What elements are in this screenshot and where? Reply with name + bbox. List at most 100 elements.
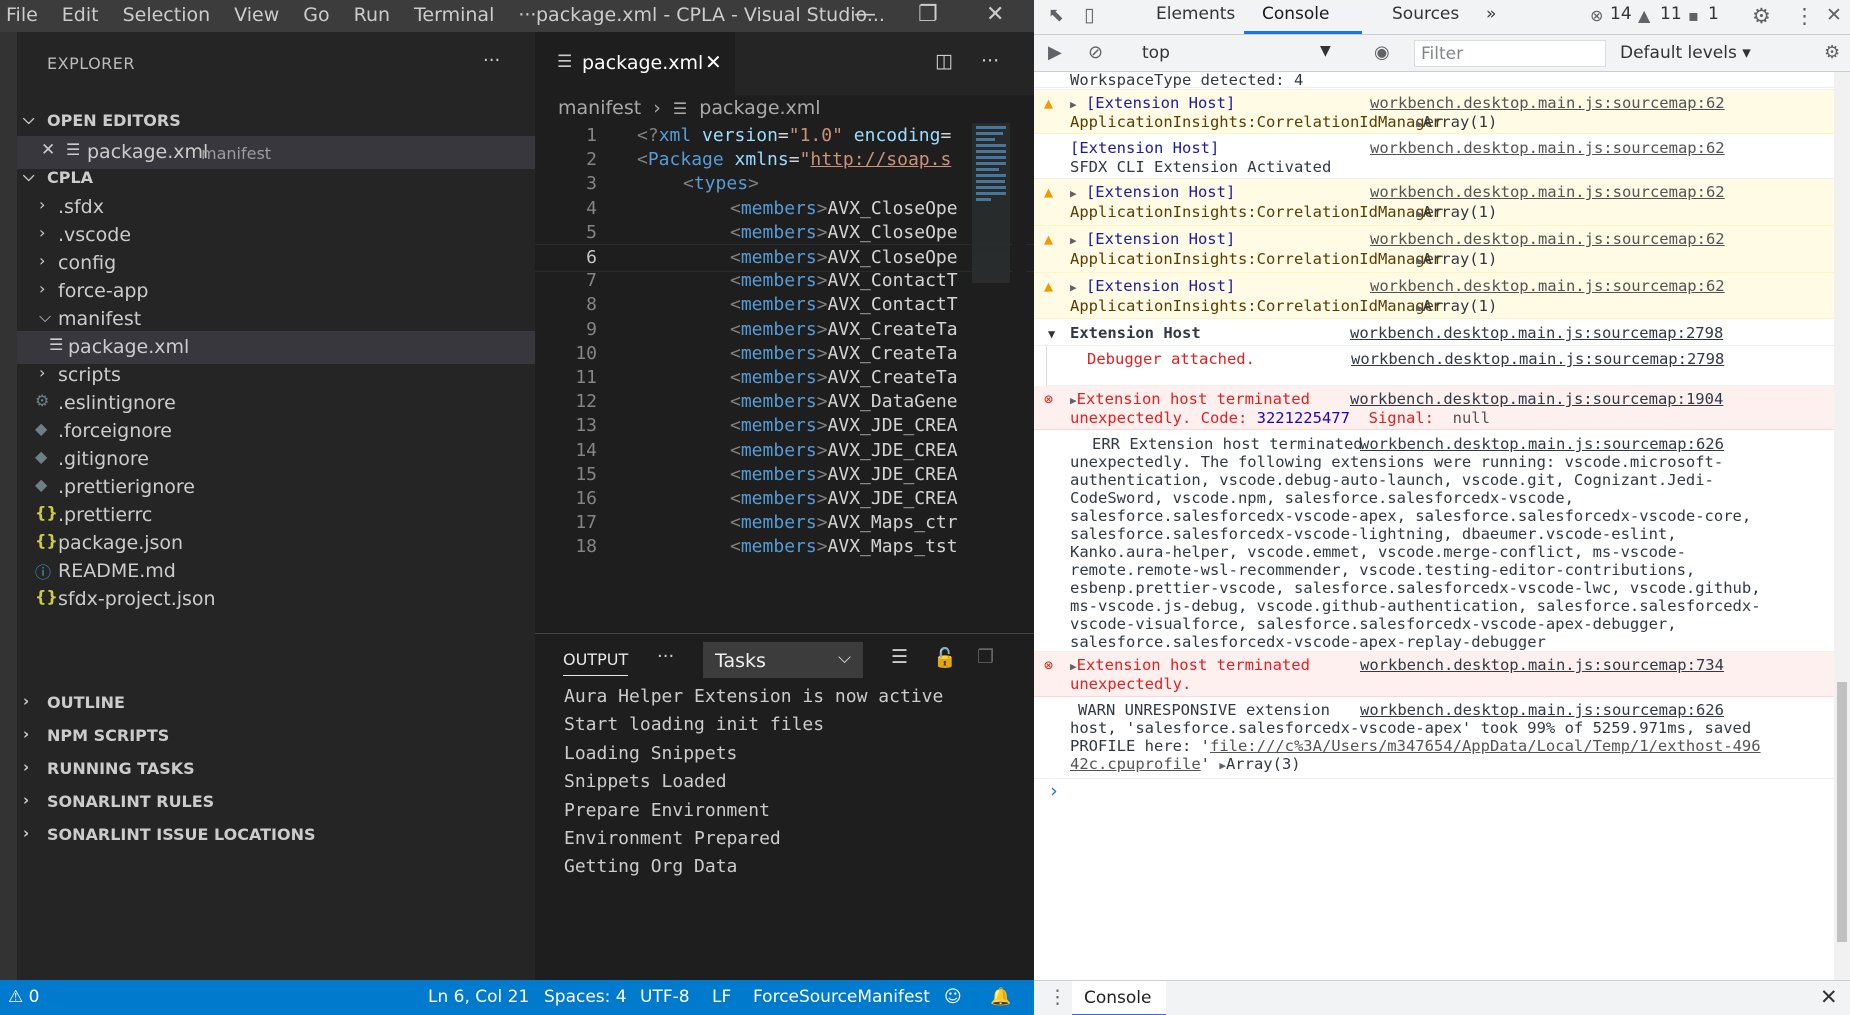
source-link[interactable]: workbench.desktop.main.js:sourcemap:626 xyxy=(1360,435,1724,453)
menu-go[interactable]: Go xyxy=(303,4,329,26)
menu-edit[interactable]: Edit xyxy=(62,4,99,26)
close-devtools-icon[interactable]: ✕ xyxy=(1826,4,1842,26)
end-of-line[interactable]: LF xyxy=(712,987,731,1007)
warning-count[interactable]: 11 xyxy=(1660,4,1682,24)
warning-icon[interactable]: ▲ xyxy=(1638,6,1650,25)
sonarlint-rules-section[interactable]: › SONARLINT RULES xyxy=(17,787,535,817)
encoding[interactable]: UTF-8 xyxy=(640,987,690,1007)
cursor-position[interactable]: Ln 6, Col 21 xyxy=(428,987,529,1007)
problems-indicator[interactable]: ⚠ 0 xyxy=(8,987,39,1007)
sidebar-toggle-icon[interactable]: ▶ xyxy=(1048,42,1062,63)
expand-toggle[interactable]: ▶Extension host terminated xyxy=(1070,656,1310,676)
kebab-menu-icon[interactable]: ⋮ xyxy=(1048,986,1067,1008)
clear-console-icon[interactable]: ⊘ xyxy=(1088,42,1103,63)
log-levels-dropdown[interactable]: Default levels ▾ xyxy=(1620,43,1751,63)
profile-link[interactable]: file:///c%3A/Users/m347654/AppData/Local… xyxy=(1210,737,1761,755)
code-line[interactable]: 18 <members>AVX_Maps_tst xyxy=(535,534,1034,562)
close-icon[interactable]: ✕ xyxy=(41,140,55,160)
menu-file[interactable]: File xyxy=(6,4,38,26)
expand-toggle[interactable]: ▶ [Extension Host] xyxy=(1070,277,1235,297)
source-link[interactable]: workbench.desktop.main.js:sourcemap:62 xyxy=(1370,230,1725,248)
array-toggle[interactable]: ▶Array(1) xyxy=(1416,250,1497,270)
array-toggle[interactable]: ▶Array(1) xyxy=(1416,113,1497,133)
info-count[interactable]: 1 xyxy=(1708,4,1719,24)
source-link[interactable]: workbench.desktop.main.js:sourcemap:734 xyxy=(1360,656,1724,674)
editor-scrollbar[interactable] xyxy=(1012,123,1026,633)
open-editors-section[interactable]: ⌵ OPEN EDITORS xyxy=(17,106,535,136)
tab-console[interactable]: Console xyxy=(1262,4,1330,24)
source-link[interactable]: workbench.desktop.main.js:sourcemap:626 xyxy=(1360,701,1724,719)
minimap[interactable] xyxy=(972,123,1010,283)
feedback-icon[interactable]: ☺ xyxy=(944,987,962,1007)
filter-input[interactable]: Filter xyxy=(1414,40,1606,67)
project-section[interactable]: ⌵ CPLA xyxy=(17,163,535,193)
drawer-tab-console[interactable]: Console xyxy=(1072,981,1166,1015)
expand-toggle[interactable]: ▶ [Extension Host] xyxy=(1070,230,1235,250)
bell-icon[interactable]: 🔔 xyxy=(990,987,1011,1007)
npm-scripts-section[interactable]: › NPM SCRIPTS xyxy=(17,721,535,751)
expand-toggle[interactable]: ▶Extension host terminated xyxy=(1070,390,1310,410)
array-toggle[interactable]: ▶Array(1) xyxy=(1416,203,1497,223)
source-link[interactable]: workbench.desktop.main.js:sourcemap:62 xyxy=(1370,94,1725,112)
array-label[interactable]: Array(3) xyxy=(1226,755,1301,773)
kebab-menu-icon[interactable]: ⋮ xyxy=(1794,4,1815,28)
source-link[interactable]: workbench.desktop.main.js:sourcemap:1904 xyxy=(1350,390,1723,408)
profile-link[interactable]: 42c.cpuprofile xyxy=(1070,755,1201,773)
menu-selection[interactable]: Selection xyxy=(123,4,211,26)
explorer-more-button[interactable]: ··· xyxy=(483,50,500,71)
close-icon[interactable]: ✕ xyxy=(705,50,722,74)
source-link[interactable]: workbench.desktop.main.js:sourcemap:62 xyxy=(1370,183,1725,201)
menu-view[interactable]: View xyxy=(234,4,279,26)
device-toolbar-icon[interactable]: ▯ xyxy=(1084,4,1094,26)
tab-sources[interactable]: Sources xyxy=(1392,4,1459,24)
outline-section[interactable]: › OUTLINE xyxy=(17,688,535,718)
source-link[interactable]: workbench.desktop.main.js:sourcemap:62 xyxy=(1370,277,1725,295)
sonarlint-issue-locations-section[interactable]: › SONARLINT ISSUE LOCATIONS xyxy=(17,820,535,850)
code-token: < xyxy=(730,221,741,243)
running-tasks-section[interactable]: › RUNNING TASKS xyxy=(17,754,535,784)
close-drawer-icon[interactable]: ✕ xyxy=(1820,985,1838,1009)
scroll-thumb[interactable] xyxy=(1837,682,1847,942)
source-link[interactable]: workbench.desktop.main.js:sourcemap:62 xyxy=(1370,139,1725,157)
source-link[interactable]: workbench.desktop.main.js:sourcemap:2798 xyxy=(1351,350,1724,368)
split-editor-icon[interactable]: ◫ xyxy=(935,50,953,72)
menu-run[interactable]: Run xyxy=(354,4,390,26)
lock-icon[interactable]: 🔓 xyxy=(933,646,957,669)
close-window-button[interactable]: ✕ xyxy=(986,2,1004,27)
breadcrumb-file[interactable]: package.xml xyxy=(699,97,820,119)
tab-package-xml[interactable]: ☰ package.xml ✕ xyxy=(535,32,735,95)
menu-more[interactable]: ··· xyxy=(518,4,536,26)
console-scrollbar[interactable] xyxy=(1834,72,1850,982)
error-icon[interactable]: ⊗ xyxy=(1590,6,1603,25)
restore-button[interactable]: ❐ xyxy=(918,2,938,27)
clear-output-icon[interactable]: ☰ xyxy=(891,646,908,668)
inspect-icon[interactable]: ⬉ xyxy=(1048,4,1064,26)
tree-file[interactable]: {} sfdx-project.json xyxy=(17,583,535,616)
tab-elements[interactable]: Elements xyxy=(1156,4,1235,24)
source-link[interactable]: workbench.desktop.main.js:sourcemap:2798 xyxy=(1350,324,1723,342)
gear-icon[interactable]: ⚙ xyxy=(1824,42,1840,63)
indentation[interactable]: Spaces: 4 xyxy=(544,987,627,1007)
array-toggle[interactable]: ▶Array(1) xyxy=(1416,297,1497,317)
panel-more-button[interactable]: ··· xyxy=(657,646,674,667)
menu-terminal[interactable]: Terminal xyxy=(414,4,494,26)
error-count[interactable]: 14 xyxy=(1610,4,1632,24)
output-channel-select[interactable]: Tasks ⌵ xyxy=(703,642,863,678)
tab-output[interactable]: OUTPUT xyxy=(563,650,629,676)
more-tabs-button[interactable]: » xyxy=(1486,4,1496,24)
expand-toggle[interactable]: ▶ [Extension Host] xyxy=(1070,183,1235,203)
context-selector[interactable]: top xyxy=(1142,43,1170,63)
console-group[interactable]: ▼ Extension Host workbench.desktop.main.… xyxy=(1034,319,1834,346)
minimize-button[interactable]: — xyxy=(854,2,876,27)
code-editor[interactable]: 1 <?xml version="1.0" encoding= 2 <Package … xyxy=(535,123,1034,633)
open-log-icon[interactable]: ❐ xyxy=(977,646,994,668)
breadcrumb-folder[interactable]: manifest xyxy=(558,97,641,119)
gear-icon[interactable]: ⚙ xyxy=(1752,4,1771,28)
language-mode[interactable]: ForceSourceManifest xyxy=(753,987,930,1007)
console-prompt[interactable]: › xyxy=(1034,779,1834,807)
more-actions-icon[interactable]: ··· xyxy=(981,50,999,72)
expand-toggle[interactable]: ▶ [Extension Host] xyxy=(1070,94,1235,114)
eye-icon[interactable]: ◉ xyxy=(1374,42,1390,63)
info-icon[interactable]: ▪ xyxy=(1688,6,1699,25)
code-token: AVX_CreateTa xyxy=(827,318,958,340)
